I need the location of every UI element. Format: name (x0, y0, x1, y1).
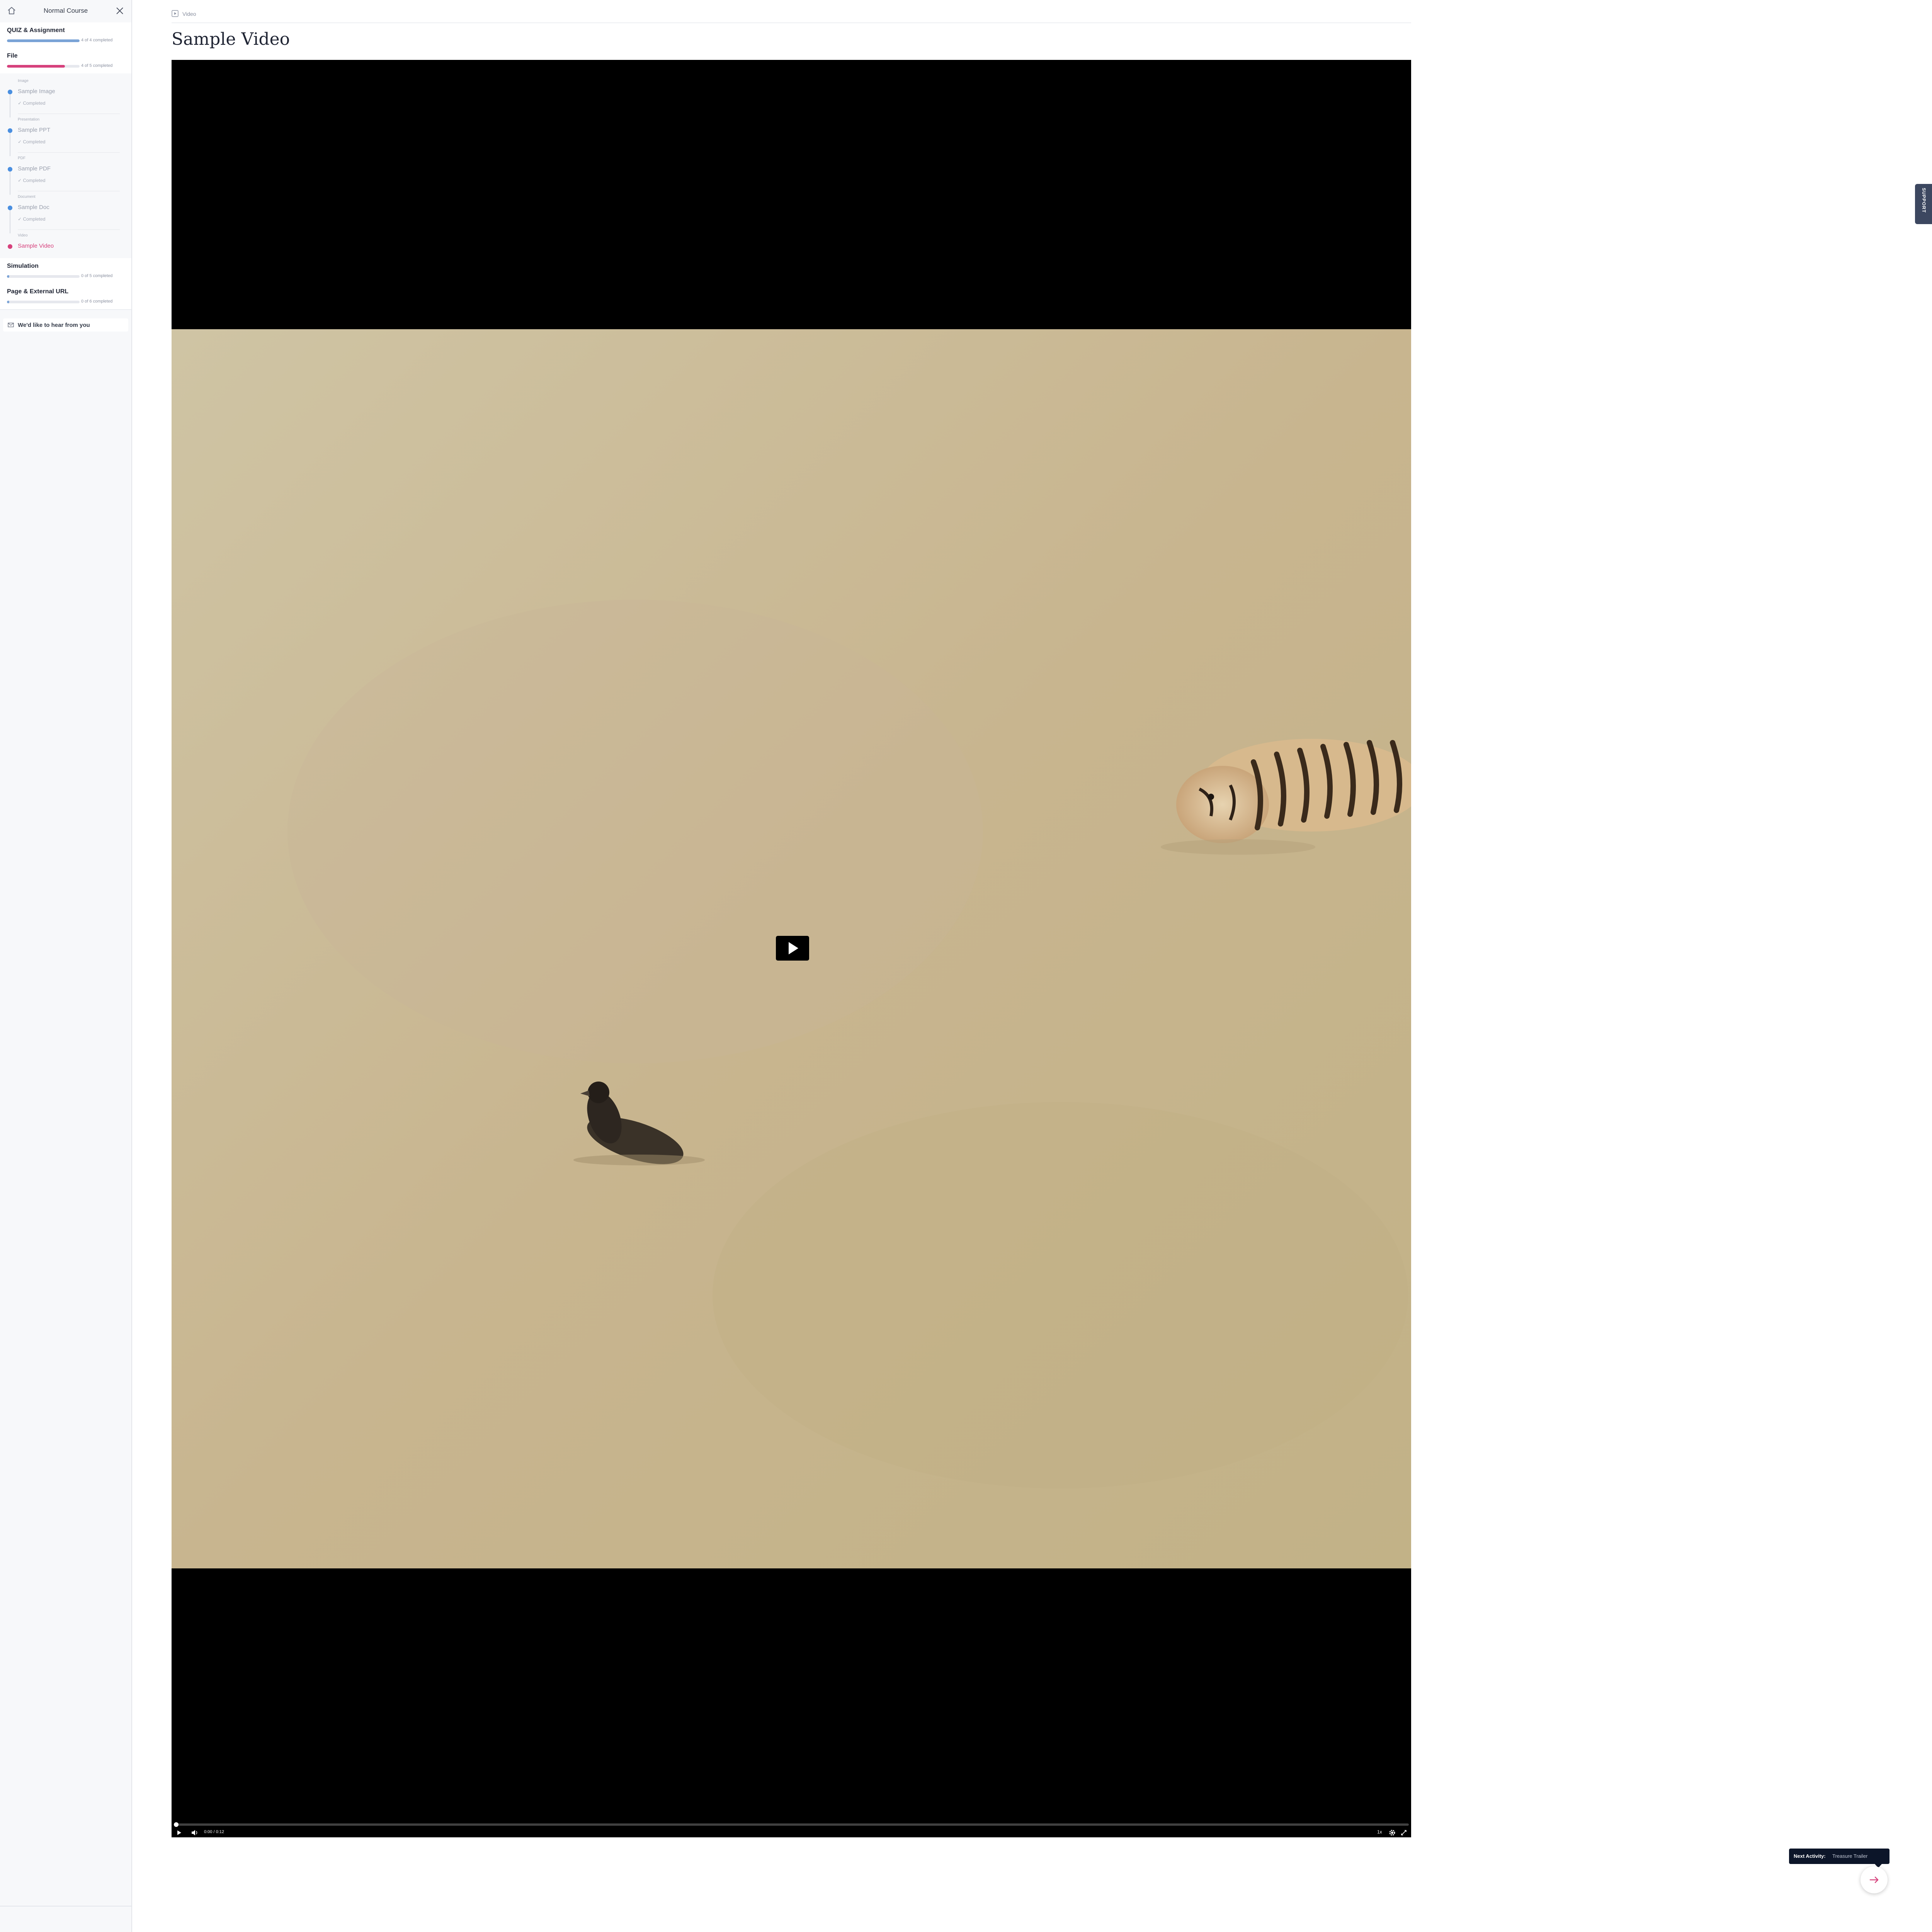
breadcrumb-label: Video (182, 11, 196, 17)
feedback-label: We'd like to hear from you (18, 322, 90, 328)
file-item-sample-image[interactable]: Image Sample Image ✓ Completed (0, 79, 131, 117)
next-activity-button[interactable] (1861, 1866, 1888, 1893)
settings-gear-icon[interactable] (1389, 1829, 1396, 1837)
support-label: SUPPORT (1921, 188, 1927, 213)
section-count: 0 of 5 completed (81, 274, 113, 278)
item-title[interactable]: Sample PDF (18, 165, 51, 172)
play-icon (789, 942, 798, 954)
next-activity-title: Treasure Trailer (1832, 1853, 1868, 1859)
section-title: Simulation (7, 263, 39, 269)
divider (18, 152, 120, 153)
item-type: Image (18, 79, 29, 83)
play-overlay-button[interactable] (776, 936, 809, 961)
page-title: Sample Video (172, 29, 290, 49)
section-title: QUIZ & Assignment (7, 27, 65, 34)
video-controls: 0:00 / 0:12 1x (172, 1822, 1411, 1837)
section-progress-bar (7, 39, 80, 42)
seek-bar[interactable] (174, 1822, 1409, 1827)
section-progress-bar (7, 275, 80, 278)
file-item-sample-video[interactable]: Video Sample Video (0, 233, 131, 253)
item-status: ✓ Completed (18, 178, 46, 183)
item-title-active[interactable]: Sample Video (18, 243, 54, 249)
next-activity-label: Next Activity: (1794, 1853, 1826, 1859)
volume-icon[interactable] (191, 1829, 199, 1837)
section-quiz-assignment[interactable]: QUIZ & Assignment 4 of 4 completed (0, 22, 131, 49)
status-dot (8, 167, 12, 172)
home-icon[interactable] (7, 6, 16, 15)
next-activity-tooltip: Next Activity: Treasure Trailer (1789, 1849, 1889, 1868)
section-simulation[interactable]: Simulation 0 of 5 completed (0, 258, 131, 284)
status-dot (8, 206, 12, 210)
file-item-sample-doc[interactable]: Document Sample Doc ✓ Completed (0, 195, 131, 233)
item-type: PDF (18, 156, 26, 160)
item-type: Document (18, 195, 36, 199)
section-count: 4 of 5 completed (81, 63, 113, 68)
item-title[interactable]: Sample Doc (18, 204, 49, 211)
section-count: 4 of 4 completed (81, 38, 113, 43)
header-divider (172, 22, 1411, 23)
close-icon[interactable] (115, 6, 124, 15)
arrow-right-icon (1869, 1876, 1879, 1883)
video-player[interactable]: 0:00 / 0:12 1x (172, 60, 1411, 1837)
section-file-header: File 4 of 5 completed (0, 48, 131, 73)
support-tab[interactable]: SUPPORT (1915, 184, 1932, 224)
course-sidebar: Normal Course QUIZ & Assignment 4 of 4 c… (0, 0, 132, 1932)
item-type: Video (18, 233, 28, 238)
item-status: ✓ Completed (18, 216, 46, 222)
section-title: File (7, 53, 18, 59)
play-icon[interactable] (176, 1829, 182, 1837)
time-display: 0:00 / 0:12 (204, 1830, 224, 1834)
feedback-link[interactable]: We'd like to hear from you (3, 318, 128, 332)
course-title: Normal Course (43, 7, 88, 14)
item-status: ✓ Completed (18, 139, 46, 145)
section-title: Page & External URL (7, 288, 69, 295)
video-file-icon (172, 10, 179, 17)
section-progress-bar (7, 301, 80, 303)
section-page-external-url[interactable]: Page & External URL 0 of 6 completed (0, 284, 131, 310)
file-item-sample-ppt[interactable]: Presentation Sample PPT ✓ Completed (0, 117, 131, 156)
item-type: Presentation (18, 117, 40, 122)
section-file[interactable]: File 4 of 5 completed Image Sample Image… (0, 48, 131, 259)
status-dot (8, 128, 12, 133)
status-dot-active (8, 244, 12, 249)
status-dot (8, 90, 12, 94)
seek-handle[interactable] (174, 1822, 179, 1827)
item-status: ✓ Completed (18, 100, 46, 106)
fullscreen-icon[interactable] (1400, 1829, 1407, 1837)
playback-speed-button[interactable]: 1x (1377, 1829, 1382, 1835)
mail-icon (8, 323, 14, 327)
file-item-sample-pdf[interactable]: PDF Sample PDF ✓ Completed (0, 156, 131, 195)
item-title[interactable]: Sample PPT (18, 127, 50, 133)
section-progress-bar (7, 65, 80, 68)
item-title[interactable]: Sample Image (18, 88, 55, 95)
section-count: 0 of 6 completed (81, 299, 113, 304)
sidebar-header: Normal Course (0, 0, 131, 22)
